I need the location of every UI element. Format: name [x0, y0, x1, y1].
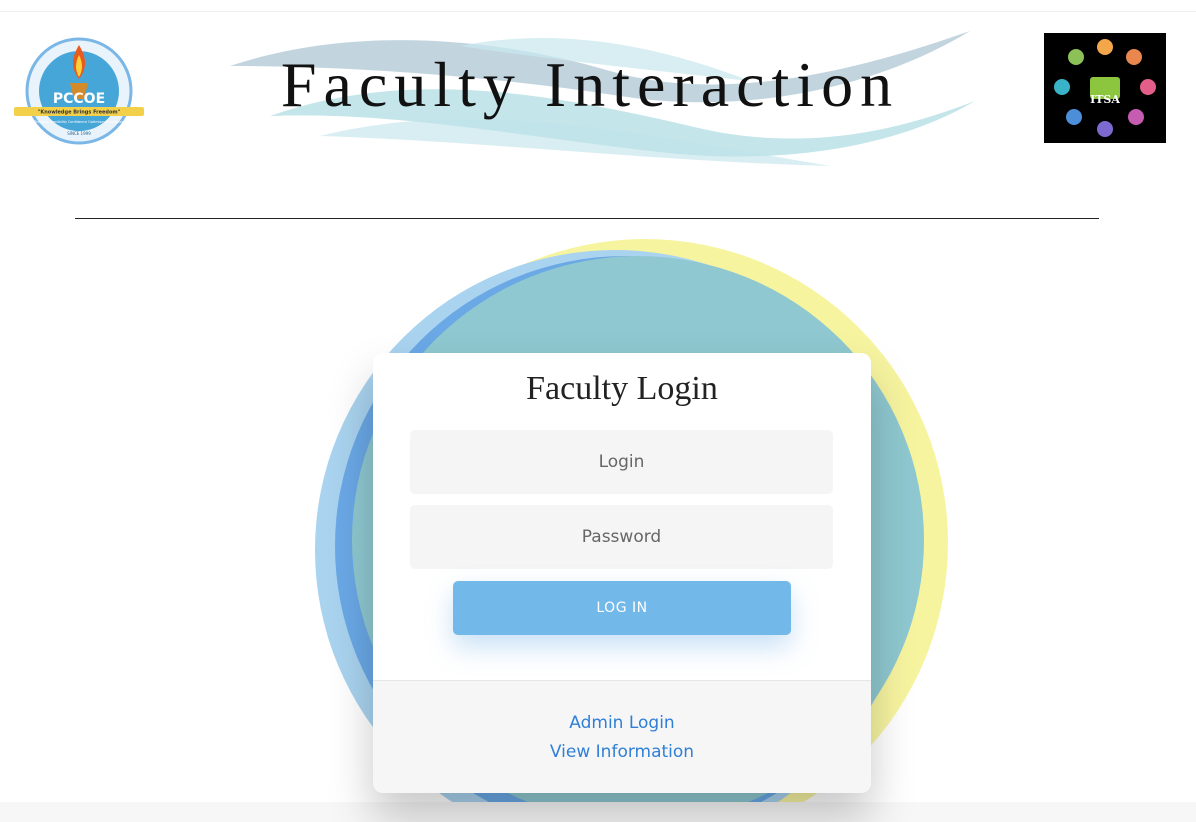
itsa-text: ITSA — [1090, 93, 1120, 106]
login-button[interactable]: LOG IN — [453, 581, 791, 635]
header-divider — [75, 218, 1099, 219]
password-input[interactable] — [410, 505, 833, 569]
bottom-strip — [0, 802, 1196, 822]
admin-login-link[interactable]: Admin Login — [373, 712, 871, 734]
login-card: Faculty Login LOG IN Admin Login View In… — [373, 353, 871, 793]
logo-since: SINCE 1999 — [67, 131, 91, 136]
card-footer: Admin Login View Information — [373, 680, 871, 793]
logo-tagline: Progress Credibility Confidence Optimism… — [34, 120, 124, 124]
login-input[interactable] — [410, 430, 833, 494]
logo-name: PCCOE — [53, 91, 105, 107]
pccoe-logo: PCCOE "Knowledge Brings Freedom" Progres… — [14, 37, 144, 145]
logo-motto: "Knowledge Brings Freedom" — [38, 110, 121, 116]
view-information-link[interactable]: View Information — [373, 741, 871, 763]
login-title: Faculty Login — [526, 370, 718, 407]
top-border — [0, 11, 1196, 12]
itsa-logo: ITSA — [1044, 33, 1166, 143]
site-title: Faculty Interaction — [280, 49, 900, 120]
